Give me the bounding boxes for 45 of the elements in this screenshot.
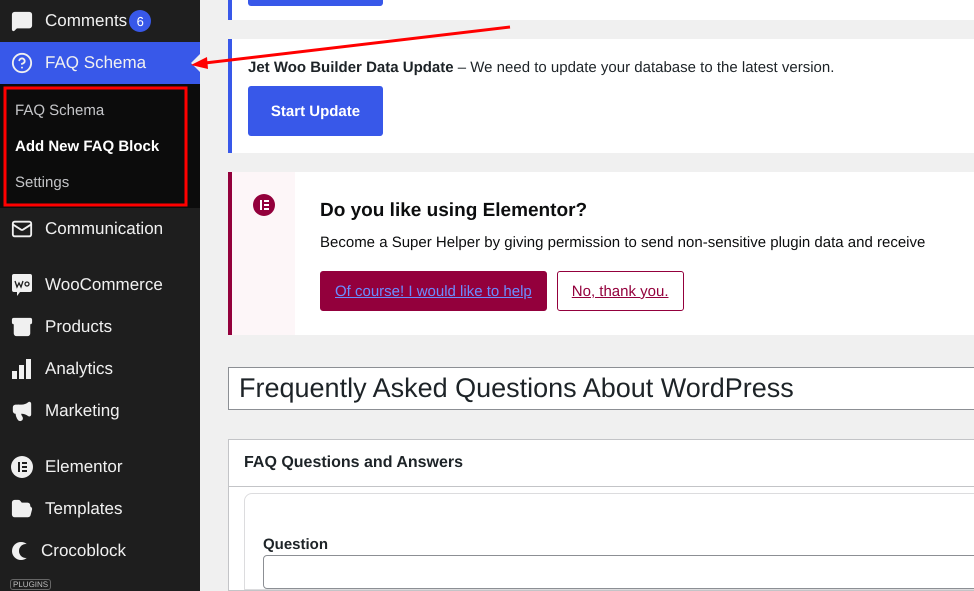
- bar-chart-icon: [11, 358, 33, 380]
- submenu-item[interactable]: Add New FAQ Block: [0, 128, 200, 164]
- menu-item[interactable]: Marketing: [0, 390, 200, 432]
- notice-message: Jet Woo Builder Data Update – We need to update your database to the latest version.: [248, 59, 834, 76]
- submenu-item[interactable]: Settings: [0, 164, 200, 200]
- question-field[interactable]: [263, 555, 974, 589]
- crescent-icon: [11, 539, 29, 563]
- menu-label: WooCommerce: [45, 275, 163, 295]
- count-badge: 6: [129, 10, 152, 32]
- folder-icon: [11, 498, 33, 520]
- help-icon: [11, 52, 33, 74]
- menu-item[interactable]: FAQ Schema: [0, 42, 200, 84]
- menu-item[interactable]: Products: [0, 306, 200, 348]
- menu-item[interactable]: Analytics: [0, 348, 200, 390]
- box-title: FAQ Questions and Answers: [229, 440, 974, 487]
- notice-message: Become a Super Helper by giving permission to send non-sensitive plugin data and receive: [320, 234, 926, 252]
- menu-item[interactable]: Elementor: [0, 446, 200, 488]
- menu-label: Templates: [45, 499, 122, 519]
- elementor-icon: [252, 194, 274, 216]
- menu-label: Marketing: [45, 401, 120, 421]
- menu-item[interactable]: Templates: [0, 488, 200, 530]
- menu-label: Communication: [45, 219, 164, 239]
- woo-icon: [11, 273, 33, 297]
- archive-icon: [11, 316, 33, 338]
- submenu-item[interactable]: FAQ Schema: [0, 92, 200, 128]
- envelope-icon: [11, 218, 33, 240]
- menu-item[interactable]: Comments 6: [0, 0, 200, 42]
- menu-label: Analytics: [45, 359, 114, 379]
- elementor-icon: [11, 456, 33, 478]
- menu-label: Elementor: [45, 457, 122, 477]
- start-update-button[interactable]: Start Update: [248, 86, 383, 136]
- megaphone-icon: [11, 400, 33, 422]
- speech-bubble-icon: [11, 10, 33, 32]
- menu-item[interactable]: Crocoblock: [0, 530, 200, 572]
- decline-link-button[interactable]: No, thank you.: [556, 271, 684, 312]
- section-label: PLUGINS: [10, 579, 52, 590]
- menu-label: Comments: [45, 11, 128, 31]
- notice-title: Do you like using Elementor?: [320, 200, 588, 222]
- menu-label: Crocoblock: [41, 541, 126, 561]
- menu-item[interactable]: Communication: [0, 208, 200, 250]
- menu-item[interactable]: WooCommerce: [0, 264, 200, 306]
- menu-label: Products: [45, 317, 112, 337]
- title-field[interactable]: Frequently Asked Questions About WordPress: [228, 367, 974, 410]
- field-label: Question: [263, 536, 330, 553]
- menu-label: FAQ Schema: [45, 53, 146, 73]
